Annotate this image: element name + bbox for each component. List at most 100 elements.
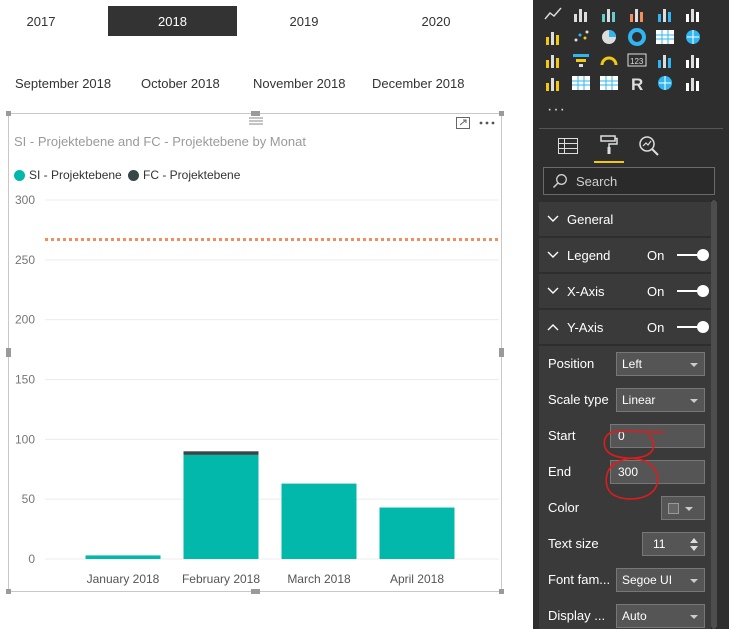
waterfall-chart-icon[interactable]: [543, 28, 563, 46]
funnel-chart-icon[interactable]: [571, 51, 591, 69]
end-input[interactable]: [610, 460, 705, 484]
end-label: End: [548, 464, 572, 479]
font-family-label: Font fam...: [548, 572, 611, 587]
year-slicer-2017[interactable]: 2017: [0, 6, 82, 36]
section-y-axis-label: Y-Axis: [567, 319, 604, 335]
more-visuals-ellipsis-icon[interactable]: ···: [547, 101, 566, 119]
section-general-label: General: [567, 211, 614, 227]
globe-map-icon[interactable]: [655, 74, 675, 92]
stacked-area-chart-icon[interactable]: [599, 5, 619, 23]
position-value: Left: [622, 357, 643, 371]
y-tick-label: 50: [22, 492, 36, 506]
x-tick-label: March 2018: [287, 572, 351, 586]
report-canvas: 2017 2018 2019 2020 September 2018 Octob…: [0, 0, 729, 629]
y-tick-label: 100: [15, 432, 35, 446]
year-slicer-2020[interactable]: 2020: [372, 6, 500, 36]
r-script-icon[interactable]: R: [627, 74, 647, 92]
section-legend-label: Legend: [567, 247, 611, 263]
month-slicer-november[interactable]: November 2018: [253, 76, 346, 91]
section-y-axis[interactable]: Y-Axis On: [539, 310, 715, 344]
search-icon: [552, 174, 567, 189]
section-x-axis-label: X-Axis: [567, 283, 605, 299]
pane-tabs: [539, 128, 723, 163]
bar-si-projektebene-3[interactable]: [379, 507, 455, 559]
text-size-stepper[interactable]: 11: [642, 532, 705, 556]
format-search-box[interactable]: [543, 167, 715, 195]
treemap-icon[interactable]: [655, 28, 675, 46]
chart-visual[interactable]: SI - Projektebene and FC - Projektebene …: [6, 111, 504, 594]
slicer-icon[interactable]: [543, 74, 563, 92]
bar-si-projektebene-0[interactable]: [85, 555, 161, 559]
month-slicer-october[interactable]: October 2018: [141, 76, 220, 91]
legend-toggle-state: On: [647, 247, 665, 263]
start-label: Start: [548, 428, 576, 443]
clustered-column-icon[interactable]: [683, 5, 703, 23]
analytics-magnifier-icon: [639, 136, 659, 156]
search-input[interactable]: [576, 173, 696, 189]
multi-row-card-icon[interactable]: [655, 51, 675, 69]
x-tick-label: February 2018: [182, 572, 260, 586]
y-tick-label: 200: [15, 313, 35, 327]
section-legend[interactable]: Legend On: [539, 238, 715, 272]
month-slicer-september[interactable]: September 2018: [15, 76, 111, 91]
chevron-down-icon: [547, 251, 559, 258]
year-slicer-2019[interactable]: 2019: [240, 6, 368, 36]
month-slicer-december[interactable]: December 2018: [372, 76, 465, 91]
bar-si-projektebene-2[interactable]: [281, 483, 357, 559]
format-tab[interactable]: [594, 129, 624, 163]
display-units-value: Auto: [622, 609, 647, 623]
y-tick-label: 250: [15, 253, 35, 267]
custom-visual-icon[interactable]: [683, 74, 703, 92]
font-family-dropdown[interactable]: Segoe UI: [616, 568, 705, 592]
x-tick-label: January 2018: [87, 572, 160, 586]
text-size-label: Text size: [548, 536, 599, 551]
kpi-icon[interactable]: [683, 51, 703, 69]
y-tick-label: 0: [28, 552, 35, 566]
text-size-value: 11: [653, 537, 666, 551]
area-chart-icon[interactable]: [571, 5, 591, 23]
fields-tab[interactable]: [553, 129, 583, 163]
chevron-down-icon: [547, 215, 559, 222]
table-icon[interactable]: [571, 74, 591, 92]
year-slicer-2018[interactable]: 2018: [108, 6, 237, 36]
svg-text:123: 123: [630, 57, 644, 66]
scale-type-value: Linear: [622, 393, 656, 407]
display-units-dropdown[interactable]: Auto: [616, 604, 705, 628]
y-axis-toggle[interactable]: [677, 321, 709, 333]
line-chart-icon[interactable]: [543, 5, 563, 23]
gauge-icon[interactable]: [599, 51, 619, 69]
scale-type-dropdown[interactable]: Linear: [616, 388, 705, 412]
y-axis-settings: Position Left Scale type Linear Start En…: [539, 346, 715, 629]
chevron-up-icon: [547, 324, 559, 331]
visualizations-pane: 123 R ··· Search General Legend On X-Axi…: [533, 0, 729, 629]
font-family-value: Segoe UI: [622, 573, 673, 587]
column-chart-icon[interactable]: [655, 5, 675, 23]
x-axis-toggle[interactable]: [677, 285, 709, 297]
fields-icon: [558, 138, 578, 154]
section-x-axis[interactable]: X-Axis On: [539, 274, 715, 308]
scatter-chart-icon[interactable]: [571, 28, 591, 46]
scale-type-label: Scale type: [548, 392, 609, 407]
analytics-tab[interactable]: [634, 129, 664, 163]
donut-chart-icon[interactable]: [627, 28, 647, 46]
position-label: Position: [548, 356, 595, 371]
section-general[interactable]: General: [539, 202, 715, 236]
legend-toggle[interactable]: [677, 249, 709, 261]
card-icon[interactable]: 123: [627, 51, 647, 69]
x-tick-label: April 2018: [390, 572, 444, 586]
bar-si-projektebene-1[interactable]: [183, 454, 259, 559]
format-paintroller-icon: [600, 135, 618, 154]
display-units-label: Display ...: [548, 608, 606, 623]
start-input[interactable]: [610, 424, 705, 448]
bar-fc-projektebene-1[interactable]: [183, 451, 259, 455]
map-icon[interactable]: [683, 28, 703, 46]
color-picker[interactable]: [661, 496, 705, 520]
y-tick-label: 300: [15, 193, 35, 207]
ribbon-chart-icon[interactable]: [627, 5, 647, 23]
pane-scrollbar[interactable]: [711, 200, 717, 629]
filled-map-icon[interactable]: [543, 51, 563, 69]
matrix-icon[interactable]: [599, 74, 619, 92]
pie-chart-icon[interactable]: [599, 28, 619, 46]
position-dropdown[interactable]: Left: [616, 352, 705, 376]
y-tick-label: 150: [15, 373, 35, 387]
